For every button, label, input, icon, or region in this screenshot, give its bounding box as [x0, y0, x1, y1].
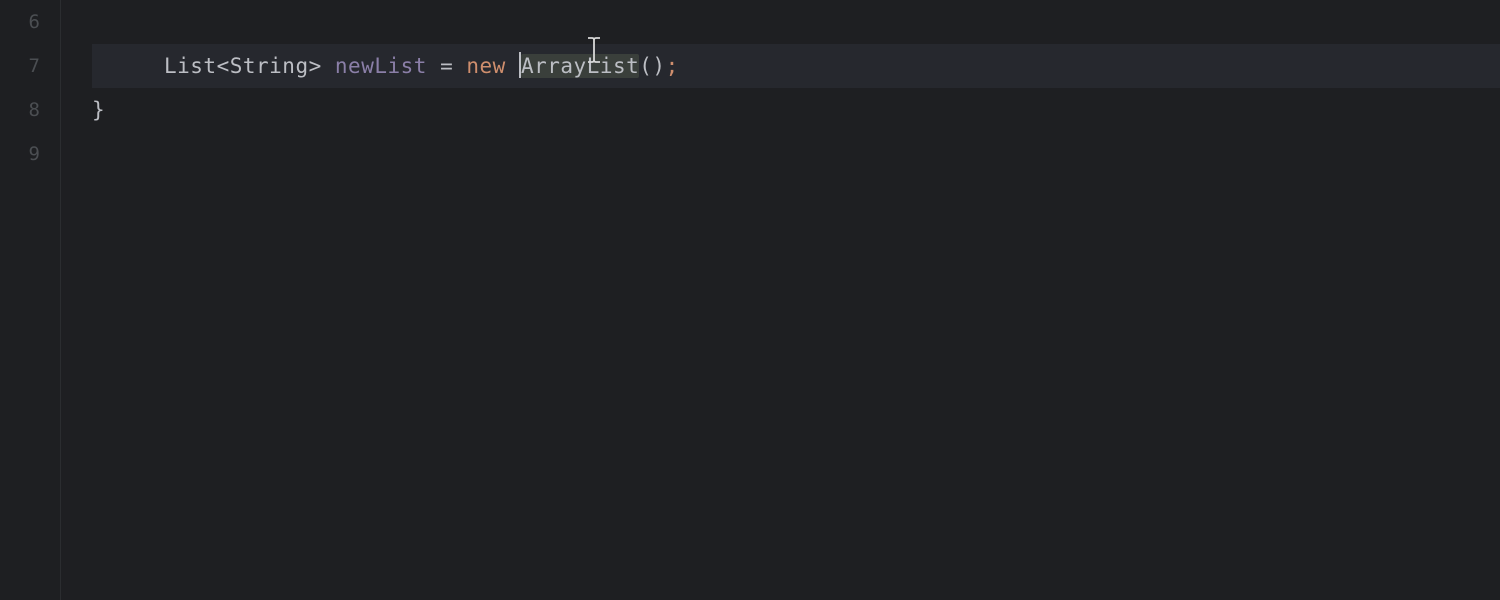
line-number: 6	[0, 0, 60, 44]
token-generic-open: <	[217, 54, 230, 78]
code-line-6[interactable]	[92, 0, 1500, 44]
token-generic-type: String	[230, 54, 309, 78]
token-generic-close: >	[309, 54, 322, 78]
line-number: 8	[0, 88, 60, 132]
code-editor[interactable]: List<String> newList = new ArrayList(); …	[92, 0, 1500, 600]
token-type: List	[164, 54, 217, 78]
token-semicolon: ;	[666, 54, 679, 78]
line-number: 7	[0, 44, 60, 88]
token-variable: newList	[335, 54, 427, 78]
line-number: 9	[0, 132, 60, 176]
token-assign: =	[440, 54, 453, 78]
token-parens: ()	[639, 54, 665, 78]
gutter-divider	[60, 0, 92, 600]
line-number-gutter: 6 7 8 9	[0, 0, 60, 600]
text-caret	[519, 52, 521, 78]
editor-container: 6 7 8 9 List<String> newList = new Array…	[0, 0, 1500, 600]
code-line-9[interactable]	[92, 132, 1500, 176]
code-line-8[interactable]: }	[92, 88, 1500, 132]
token-keyword-new: new	[466, 54, 505, 78]
code-line-7[interactable]: List<String> newList = new ArrayList();	[92, 44, 1500, 88]
token-classname: ArrayList	[521, 54, 639, 78]
token-close-brace: }	[92, 98, 105, 122]
